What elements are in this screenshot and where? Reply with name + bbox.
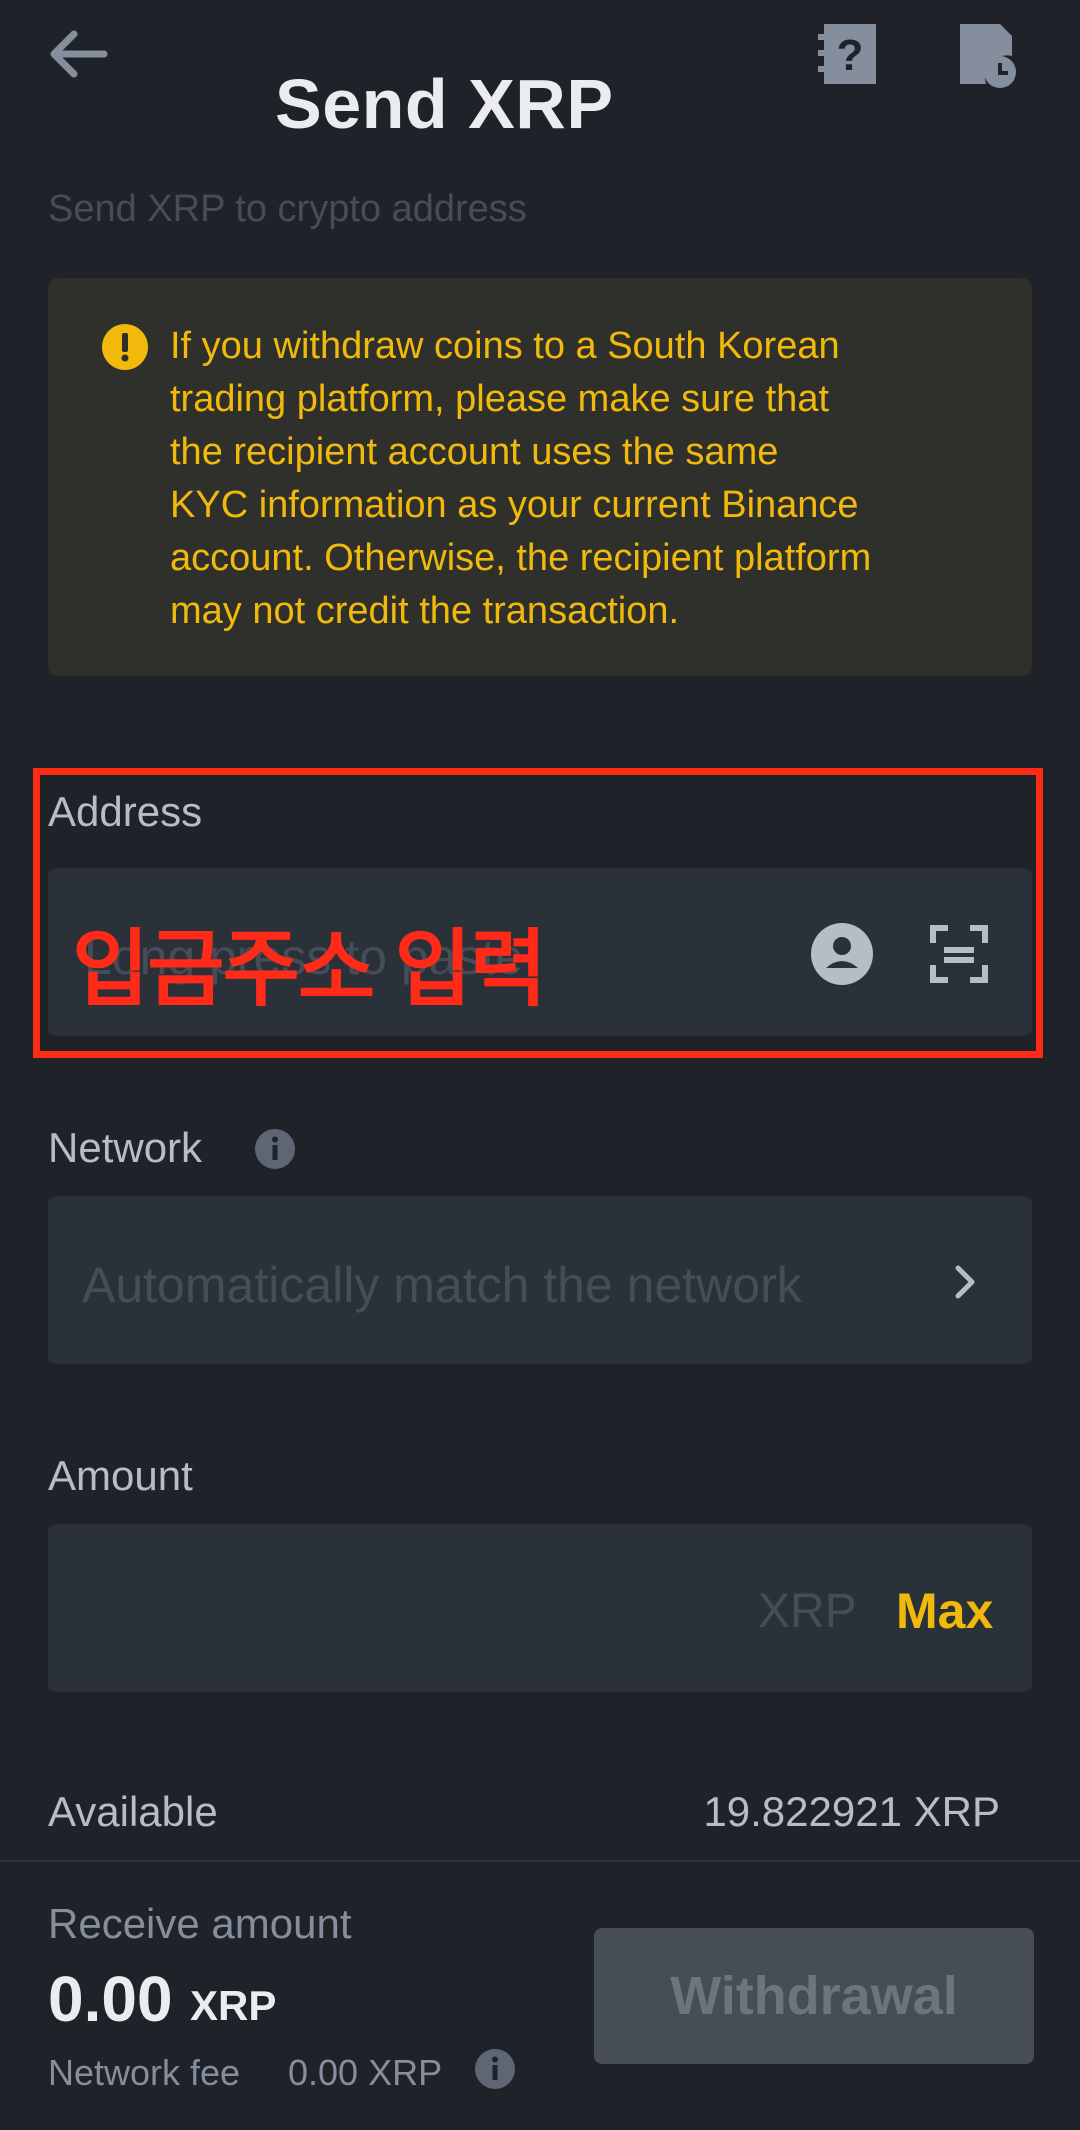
back-button[interactable] xyxy=(44,22,124,86)
help-button[interactable]: ? xyxy=(818,20,882,88)
chevron-right-icon xyxy=(952,1264,980,1300)
withdrawal-button[interactable]: Withdrawal xyxy=(594,1928,1034,2064)
exclamation-circle-icon xyxy=(102,324,148,370)
warning-line: trading platform, please make sure that xyxy=(170,378,830,420)
network-fee-label: Network fee xyxy=(48,2052,241,2093)
warning-line: KYC information as your current Binance xyxy=(170,484,859,526)
available-label: Available xyxy=(48,1788,218,1835)
warning-line: If you withdraw coins to a South Korean xyxy=(170,325,840,367)
network-placeholder: Automatically match the network xyxy=(82,1257,802,1313)
warning-line: account. Otherwise, the recipient platfo… xyxy=(170,537,872,579)
svg-text:?: ? xyxy=(837,31,864,80)
available-value: 19.822921 XRP xyxy=(703,1788,1000,1835)
address-highlight-box xyxy=(33,768,1043,1058)
help-document-icon: ? xyxy=(818,24,876,84)
warning-text: If you withdraw coins to a South Korean … xyxy=(170,320,980,638)
warning-line: may not credit the transaction. xyxy=(170,590,680,632)
amount-unit: XRP xyxy=(758,1585,857,1638)
amount-input[interactable] xyxy=(48,1524,1032,1692)
fee-info-icon[interactable] xyxy=(474,2048,516,2090)
history-button[interactable] xyxy=(956,20,1020,88)
receive-amount-label: Receive amount xyxy=(48,1900,352,1947)
back-arrow-icon xyxy=(50,30,108,78)
page-title: Send XRP xyxy=(275,65,614,143)
network-fee-value: 0.00 XRP xyxy=(288,2052,443,2093)
warning-line: the recipient account uses the same xyxy=(170,431,779,473)
page-subtitle: Send XRP to crypto address xyxy=(48,188,527,230)
receive-amount-value: 0.00 xyxy=(48,1963,173,2035)
network-label: Network xyxy=(48,1124,203,1171)
amount-label: Amount xyxy=(48,1452,193,1499)
history-clock-icon xyxy=(960,24,1016,88)
max-button[interactable]: Max xyxy=(896,1582,993,1640)
receive-amount-unit: XRP xyxy=(190,1982,277,2029)
info-icon[interactable] xyxy=(254,1128,296,1170)
